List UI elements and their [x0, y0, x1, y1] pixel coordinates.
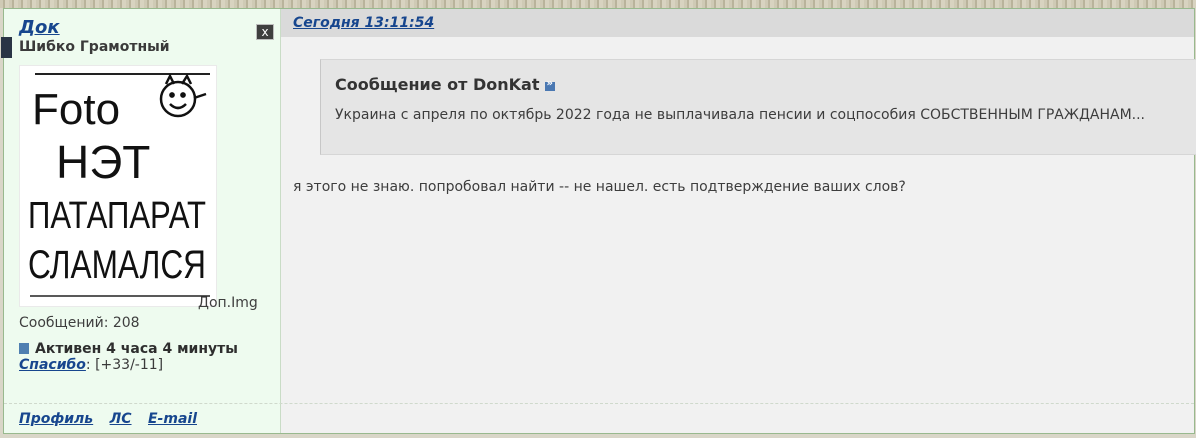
thanks-row: Спасибо: [+33/-11]	[19, 357, 163, 373]
private-message-link[interactable]: ЛС	[110, 411, 132, 427]
panel-marker	[1, 37, 12, 58]
avatar-text-line-4: СЛАМАЛСЯ	[28, 243, 206, 287]
extra-image-link[interactable]: Доп.Img	[198, 295, 258, 311]
quote-title: Сообщение от DonKat	[335, 75, 556, 94]
user-rank: Шибко Грамотный	[19, 39, 170, 55]
avatar-drawing: Foto НЭТ ПАТАПАРАТ СЛАМАЛСЯ	[28, 73, 210, 297]
post-message: я этого не знаю. попробовал найти -- не …	[293, 179, 906, 195]
smiley-icon	[159, 73, 207, 118]
quote-text: Украина с апреля по октябрь 2022 года не…	[335, 107, 1146, 123]
close-button[interactable]: x	[256, 24, 274, 40]
footer-divider	[4, 403, 1194, 404]
avatar-text-line-2: НЭТ	[56, 136, 150, 188]
username-link[interactable]: Док	[19, 17, 60, 38]
profile-link[interactable]: Профиль	[19, 411, 93, 427]
go-to-quote-icon[interactable]	[545, 78, 556, 91]
status-square-icon	[19, 343, 29, 354]
activity-label: Активен 4 часа 4 минуты	[35, 341, 238, 357]
message-count: Сообщений: 208	[19, 315, 140, 331]
user-info-panel: Док x Шибко Грамотный Foto НЭТ ПАТАПАРАТ	[1, 9, 281, 433]
quote-author: Сообщение от DonKat	[335, 75, 540, 94]
post-header: Сегодня 13:11:54	[281, 9, 1194, 37]
quote-block: Сообщение от DonKat Украина с апреля по …	[320, 59, 1196, 155]
user-links: Профиль ЛС E-mail	[19, 411, 209, 427]
avatar-text-line-1: Foto	[32, 85, 120, 134]
activity-status: Активен 4 часа 4 минуты	[19, 341, 238, 357]
thanks-link[interactable]: Спасибо	[19, 357, 86, 373]
forum-post: Док x Шибко Грамотный Foto НЭТ ПАТАПАРАТ	[1, 8, 1196, 434]
top-border-strip	[0, 0, 1196, 8]
avatar-text-line-3: ПАТАПАРАТ	[28, 195, 206, 237]
thanks-value: : [+33/-11]	[85, 357, 164, 373]
post-timestamp-link[interactable]: Сегодня 13:11:54	[293, 15, 434, 31]
email-link[interactable]: E-mail	[148, 411, 197, 427]
avatar[interactable]: Foto НЭТ ПАТАПАРАТ СЛАМАЛСЯ	[19, 65, 217, 307]
